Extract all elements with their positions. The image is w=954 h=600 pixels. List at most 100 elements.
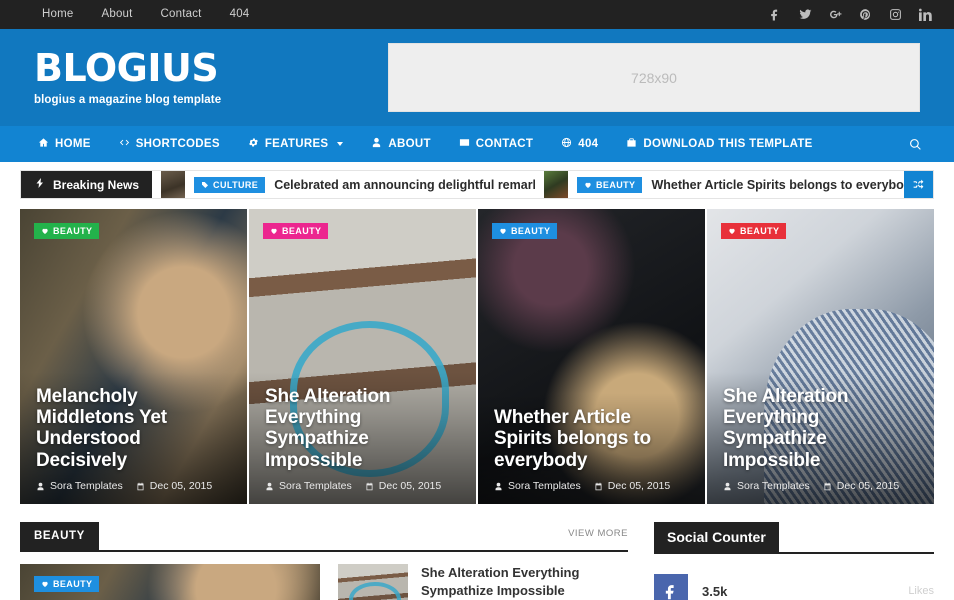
badge-label: BEAUTY [596,179,636,190]
instagram-icon[interactable] [889,8,902,21]
ticker-headline[interactable]: Whether Article Spirits belongs to every… [651,178,904,192]
top-nav-about[interactable]: About [87,0,146,29]
heart-icon [42,228,48,234]
category-badge-beauty[interactable]: BEAUTY [34,223,100,239]
twitter-icon[interactable] [799,8,812,21]
heart-icon [271,228,277,234]
ticker-thumbnail [544,171,569,198]
featured-posts-grid: BEAUTY Melancholy Middletons Yet Underst… [20,209,934,504]
user-icon [724,482,731,490]
post-author: Sora Templates [723,480,810,492]
heart-icon [585,182,591,188]
widget-title: Social Counter [654,522,779,552]
main-nav-list: HOME SHORTCODES FEATURES ABOUT CONTACT 4… [24,126,827,162]
nav-item-features[interactable]: FEATURES [234,126,358,162]
nav-label: CONTACT [475,138,534,150]
post-title[interactable]: She Alteration Everything Sympathize Imp… [421,564,628,599]
post-title[interactable]: Melancholy Middletons Yet Understood Dec… [36,386,231,471]
heart-icon [729,228,735,234]
social-counter-widget: 3.5k Likes [654,574,934,600]
category-badge-beauty[interactable]: BEAUTY [492,223,558,239]
featured-card-overlay: She Alteration Everything Sympathize Imp… [249,371,476,504]
follower-count: 3.5k [702,583,728,599]
tag-icon [202,181,209,188]
section-header-social-counter: Social Counter [654,522,934,554]
author-name: Sora Templates [50,480,123,492]
date-text: Dec 05, 2015 [607,480,671,492]
googleplus-icon[interactable] [829,8,842,21]
shuffle-icon[interactable] [904,171,933,198]
breaking-news-items: CULTURE Celebrated am announcing delight… [152,171,904,198]
pinterest-icon[interactable] [859,8,872,21]
date-text: Dec 05, 2015 [836,480,900,492]
nav-item-contact[interactable]: CONTACT [445,126,547,162]
calendar-icon [824,482,831,490]
badge-label: BEAUTY [282,226,322,236]
featured-card-overlay: She Alteration Everything Sympathize Imp… [707,371,934,504]
ad-placeholder-label: 728x90 [631,69,677,86]
list-item[interactable]: She Alteration Everything Sympathize Imp… [338,564,628,600]
ticker-item[interactable]: BEAUTY Whether Article Spirits belongs t… [535,171,904,198]
top-nav-contact[interactable]: Contact [147,0,216,29]
home-icon [38,137,49,151]
author-name: Sora Templates [737,480,810,492]
category-badge-beauty[interactable]: BEAUTY [721,223,787,239]
header-ad-banner[interactable]: 728x90 [388,43,920,112]
top-nav-home[interactable]: Home [22,0,87,29]
post-author: Sora Templates [265,480,352,492]
nav-label: 404 [578,138,599,150]
view-more-link[interactable]: VIEW MORE [568,528,628,545]
nav-item-download-template[interactable]: DOWNLOAD THIS TEMPLATE [612,126,826,162]
ticker-headline[interactable]: Celebrated am announcing delightful rema… [274,178,535,192]
featured-card[interactable]: BEAUTY She Alteration Everything Sympath… [249,209,476,504]
linkedin-icon[interactable] [919,8,932,21]
calendar-icon [595,482,602,490]
chevron-down-icon [337,142,344,146]
featured-card[interactable]: BEAUTY Melancholy Middletons Yet Underst… [20,209,247,504]
beauty-section-body: BEAUTY She Alteration Everything Sympath… [20,564,628,600]
top-bar: Home About Contact 404 [0,0,954,29]
top-bar-nav: Home About Contact 404 [22,0,263,29]
nav-item-shortcodes[interactable]: SHORTCODES [105,126,234,162]
breaking-news-text: Breaking News [53,177,140,192]
user-icon [37,482,44,490]
ticker-item[interactable]: CULTURE Celebrated am announcing delight… [152,171,535,198]
nav-label: ABOUT [388,138,431,150]
nav-item-home[interactable]: HOME [24,126,105,162]
nav-item-404[interactable]: 404 [547,126,612,162]
featured-card[interactable]: BEAUTY Whether Article Spirits belongs t… [478,209,705,504]
badge-label: BEAUTY [511,226,551,236]
bolt-icon [34,177,46,192]
site-brand[interactable]: BLOGIUS blogius a magazine blog template [34,49,352,106]
post-list: She Alteration Everything Sympathize Imp… [338,564,628,600]
badge-label: BEAUTY [740,226,780,236]
badge-label: CULTURE [213,179,259,190]
category-badge-beauty[interactable]: BEAUTY [263,223,329,239]
author-name: Sora Templates [508,480,581,492]
date-text: Dec 05, 2015 [378,480,442,492]
category-badge-beauty[interactable]: BEAUTY [34,576,100,592]
facebook-icon[interactable] [654,574,688,600]
social-counter-row[interactable]: 3.5k Likes [654,574,934,600]
briefcase-icon [626,137,637,151]
gear-icon [248,137,259,151]
category-badge-culture[interactable]: CULTURE [194,176,266,193]
follower-label: Likes [908,585,934,597]
category-badge-beauty[interactable]: BEAUTY [577,176,643,193]
nav-label: SHORTCODES [135,138,220,150]
featured-post-large[interactable]: BEAUTY [20,564,320,600]
post-title[interactable]: Whether Article Spirits belongs to every… [494,407,689,471]
nav-item-about[interactable]: ABOUT [357,126,444,162]
sidebar-column: Social Counter 3.5k Likes [654,522,934,600]
logo-tagline: blogius a magazine blog template [34,94,222,106]
post-title[interactable]: She Alteration Everything Sympathize Imp… [265,386,460,471]
facebook-icon[interactable] [769,8,782,21]
top-bar-social-links [769,8,932,21]
top-nav-404[interactable]: 404 [216,0,264,29]
nav-label: HOME [55,138,91,150]
featured-card[interactable]: BEAUTY She Alteration Everything Sympath… [707,209,934,504]
search-icon[interactable] [909,138,930,151]
post-title[interactable]: She Alteration Everything Sympathize Imp… [723,386,918,471]
heart-icon [42,581,48,587]
post-date: Dec 05, 2015 [136,480,212,492]
